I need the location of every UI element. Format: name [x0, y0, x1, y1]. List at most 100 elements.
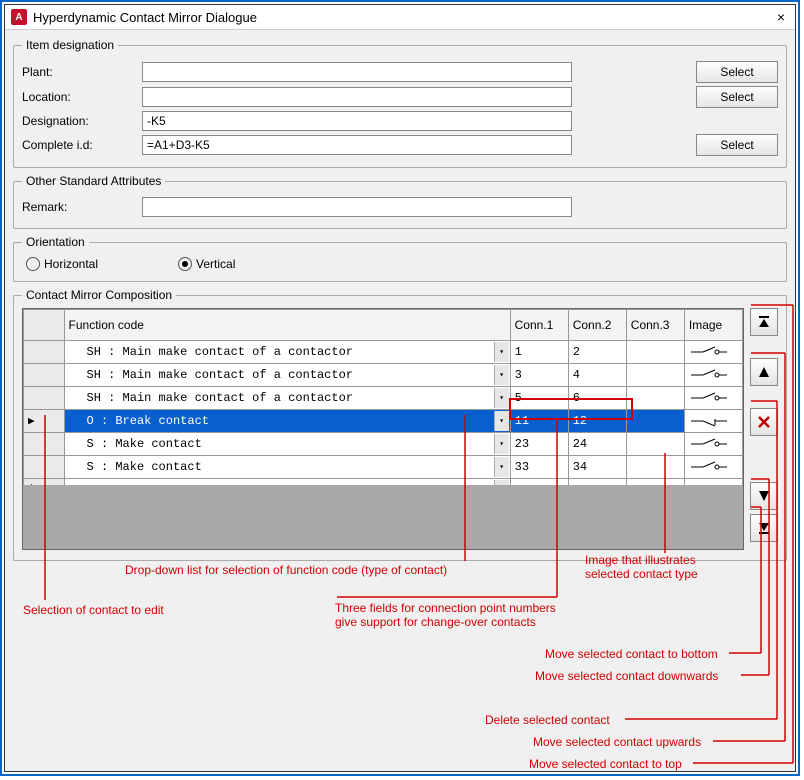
annotation-three-fields: Three fields for connection point number… [335, 601, 556, 629]
dropdown-arrow-icon[interactable]: ▾ [494, 365, 509, 385]
input-designation[interactable] [142, 111, 572, 131]
radio-vertical-indicator [178, 257, 192, 271]
col-header-c3: Conn.3 [626, 310, 684, 341]
label-plant: Plant: [22, 65, 142, 79]
cell-image [684, 410, 742, 433]
legend-other: Other Standard Attributes [22, 174, 165, 188]
move-bottom-button[interactable] [750, 514, 778, 542]
cell-c1[interactable]: 3 [510, 364, 568, 387]
composition-grid[interactable]: Function code Conn.1 Conn.2 Conn.3 Image… [22, 308, 744, 550]
cell-c2[interactable]: 12 [568, 410, 626, 433]
cell-c3[interactable] [626, 410, 684, 433]
move-up-button[interactable] [750, 358, 778, 386]
table-row[interactable]: S : Make contact▾3334 [24, 456, 743, 479]
move-down-button[interactable] [750, 482, 778, 510]
annotation-move-down: Move selected contact downwards [535, 669, 718, 683]
delete-button[interactable] [750, 408, 778, 436]
cell-image [684, 387, 742, 410]
dropdown-arrow-icon[interactable]: ▾ [494, 434, 509, 454]
cell-c2[interactable]: 4 [568, 364, 626, 387]
cell-function-code[interactable]: S : Make contact▾ [64, 433, 510, 456]
cell-c1[interactable]: 11 [510, 410, 568, 433]
select-plant-button[interactable]: Select [696, 61, 778, 83]
label-designation: Designation: [22, 114, 142, 128]
cell-function-code[interactable]: S : Make contact▾ [64, 456, 510, 479]
input-plant[interactable] [142, 62, 572, 82]
table-row[interactable]: SH : Main make contact of a contactor▾12 [24, 341, 743, 364]
fieldset-orientation: Orientation Horizontal Vertical [13, 235, 787, 282]
cell-c2[interactable]: 24 [568, 433, 626, 456]
cell-image [684, 456, 742, 479]
cell-image [684, 341, 742, 364]
cell-c1[interactable]: 1 [510, 341, 568, 364]
annotation-delete: Delete selected contact [485, 713, 610, 727]
label-remark: Remark: [22, 200, 142, 214]
composition-table: Function code Conn.1 Conn.2 Conn.3 Image… [23, 309, 743, 502]
select-location-button[interactable]: Select [696, 86, 778, 108]
dropdown-arrow-icon[interactable]: ▾ [494, 342, 509, 362]
table-row[interactable]: SH : Main make contact of a contactor▾34 [24, 364, 743, 387]
cell-c1[interactable]: 23 [510, 433, 568, 456]
table-row[interactable]: SH : Main make contact of a contactor▾56 [24, 387, 743, 410]
annotation-selection: Selection of contact to edit [23, 603, 164, 617]
row-handle[interactable] [24, 364, 65, 387]
label-complete-id: Complete i.d: [22, 138, 142, 152]
annotation-move-bottom: Move selected contact to bottom [545, 647, 718, 661]
cell-c2[interactable]: 2 [568, 341, 626, 364]
row-handle[interactable] [24, 387, 65, 410]
legend-orientation: Orientation [22, 235, 89, 249]
fieldset-composition: Contact Mirror Composition Function code… [13, 288, 787, 561]
input-remark[interactable] [142, 197, 572, 217]
dropdown-arrow-icon[interactable]: ▾ [494, 388, 509, 408]
radio-horizontal-indicator [26, 257, 40, 271]
col-header-c1: Conn.1 [510, 310, 568, 341]
app-icon: A [11, 9, 27, 25]
col-header-c2: Conn.2 [568, 310, 626, 341]
cell-function-code[interactable]: O : Break contact▾ [64, 410, 510, 433]
table-row[interactable]: S : Make contact▾2324 [24, 433, 743, 456]
cell-c2[interactable]: 34 [568, 456, 626, 479]
cell-c3[interactable] [626, 364, 684, 387]
legend-composition: Contact Mirror Composition [22, 288, 176, 302]
row-handle[interactable] [24, 456, 65, 479]
cell-c3[interactable] [626, 341, 684, 364]
dropdown-arrow-icon[interactable]: ▾ [494, 457, 509, 477]
cell-function-code[interactable]: SH : Main make contact of a contactor▾ [64, 341, 510, 364]
col-header-func: Function code [64, 310, 510, 341]
dialog-window: A Hyperdynamic Contact Mirror Dialogue ×… [4, 4, 796, 772]
cell-image [684, 433, 742, 456]
cell-function-code[interactable]: SH : Main make contact of a contactor▾ [64, 364, 510, 387]
row-handle[interactable]: ▶ [24, 410, 65, 433]
table-row[interactable]: ▶O : Break contact▾1112 [24, 410, 743, 433]
input-complete-id[interactable] [142, 135, 572, 155]
cell-image [684, 364, 742, 387]
annotation-move-up: Move selected contact upwards [533, 735, 701, 749]
row-handle[interactable] [24, 433, 65, 456]
cell-c1[interactable]: 33 [510, 456, 568, 479]
titlebar: A Hyperdynamic Contact Mirror Dialogue × [5, 5, 795, 30]
radio-horizontal[interactable]: Horizontal [26, 257, 98, 271]
legend-item-designation: Item designation [22, 38, 118, 52]
radio-horizontal-label: Horizontal [44, 257, 98, 271]
cell-c3[interactable] [626, 433, 684, 456]
radio-vertical-label: Vertical [196, 257, 235, 271]
close-icon[interactable]: × [773, 9, 789, 25]
fieldset-other-attributes: Other Standard Attributes Remark: [13, 174, 787, 229]
cell-c3[interactable] [626, 456, 684, 479]
grid-empty-area [23, 485, 743, 549]
select-complete-button[interactable]: Select [696, 134, 778, 156]
dropdown-arrow-icon[interactable]: ▾ [494, 411, 509, 431]
label-location: Location: [22, 90, 142, 104]
cell-c1[interactable]: 5 [510, 387, 568, 410]
col-header-img: Image [684, 310, 742, 341]
move-top-button[interactable] [750, 308, 778, 336]
cell-c3[interactable] [626, 387, 684, 410]
cell-function-code[interactable]: SH : Main make contact of a contactor▾ [64, 387, 510, 410]
fieldset-item-designation: Item designation Plant: Select Location:… [13, 38, 787, 168]
cell-c2[interactable]: 6 [568, 387, 626, 410]
row-handle[interactable] [24, 341, 65, 364]
side-button-column [750, 308, 778, 550]
input-location[interactable] [142, 87, 572, 107]
radio-vertical[interactable]: Vertical [178, 257, 235, 271]
col-header-handle [24, 310, 65, 341]
